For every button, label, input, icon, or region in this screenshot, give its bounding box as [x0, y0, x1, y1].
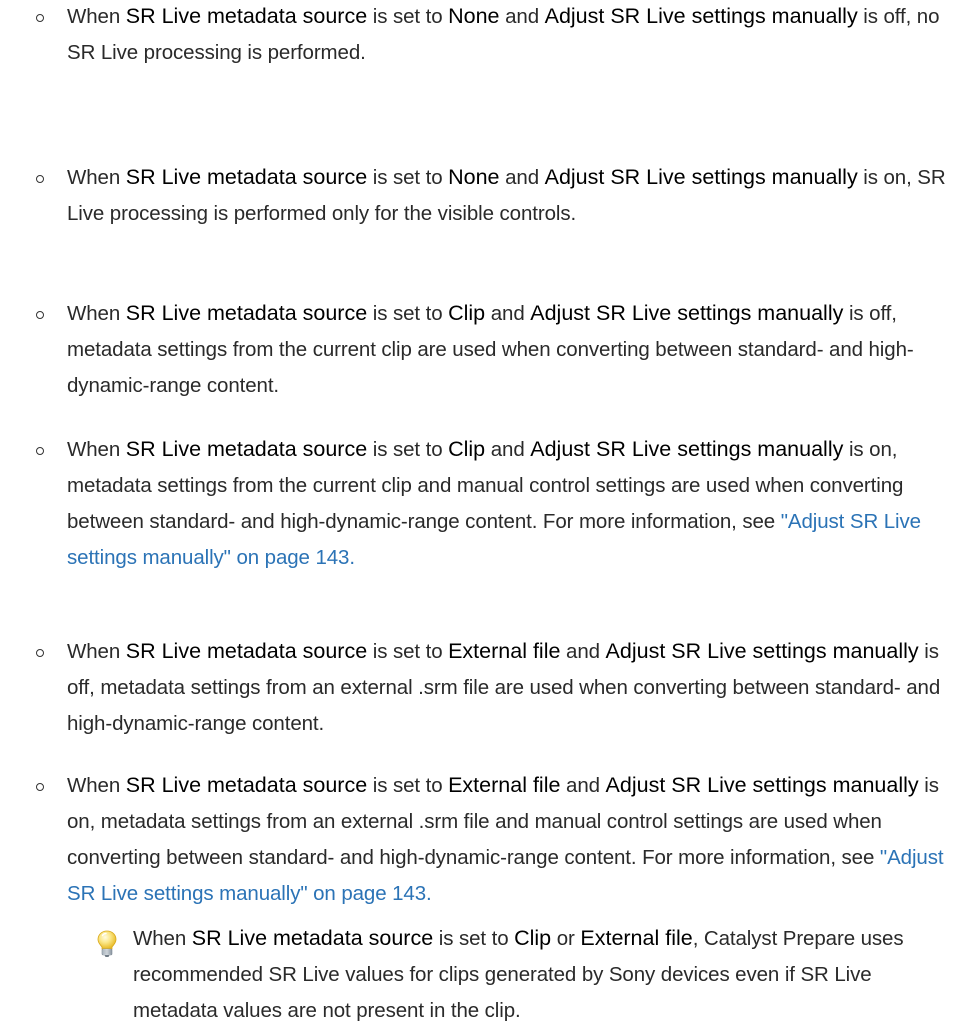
term-source: SR Live metadata source — [125, 165, 368, 189]
term-clip: Clip — [448, 301, 486, 325]
term-external: External file — [580, 926, 693, 950]
term-manual: Adjust SR Live settings manually — [530, 437, 844, 461]
list-item-text: When SR Live metadata source is set to N… — [67, 4, 940, 64]
term-source: SR Live metadata source — [125, 301, 368, 325]
lightbulb-icon — [97, 930, 117, 957]
term-source: SR Live metadata source — [125, 639, 368, 663]
term-source: SR Live metadata source — [125, 4, 368, 28]
term-none: None — [448, 165, 500, 189]
term-source: SR Live metadata source — [191, 926, 434, 950]
bullet-icon — [36, 14, 44, 22]
term-manual: Adjust SR Live settings manually — [530, 301, 844, 325]
bullet-icon — [36, 311, 44, 319]
tip-text: When SR Live metadata source is set to C… — [133, 926, 904, 1022]
list-item-text: When SR Live metadata source is set to C… — [67, 301, 914, 397]
bullet-icon — [36, 447, 44, 455]
term-manual: Adjust SR Live settings manually — [544, 165, 858, 189]
bullet-icon — [36, 649, 44, 657]
list-item-text: When SR Live metadata source is set to N… — [67, 165, 946, 225]
bullet-icon — [36, 175, 44, 183]
term-none: None — [448, 4, 500, 28]
term-source: SR Live metadata source — [125, 437, 368, 461]
term-external: External file — [448, 773, 561, 797]
list-item-text: When SR Live metadata source is set to C… — [67, 437, 921, 569]
bullet-icon — [36, 783, 44, 791]
term-manual: Adjust SR Live settings manually — [544, 4, 858, 28]
list-item-text: When SR Live metadata source is set to E… — [67, 773, 944, 905]
list-item-text: When SR Live metadata source is set to E… — [67, 639, 941, 735]
term-clip: Clip — [448, 437, 486, 461]
term-source: SR Live metadata source — [125, 773, 368, 797]
term-manual: Adjust SR Live settings manually — [605, 773, 919, 797]
term-clip: Clip — [514, 926, 552, 950]
term-external: External file — [448, 639, 561, 663]
term-manual: Adjust SR Live settings manually — [605, 639, 919, 663]
